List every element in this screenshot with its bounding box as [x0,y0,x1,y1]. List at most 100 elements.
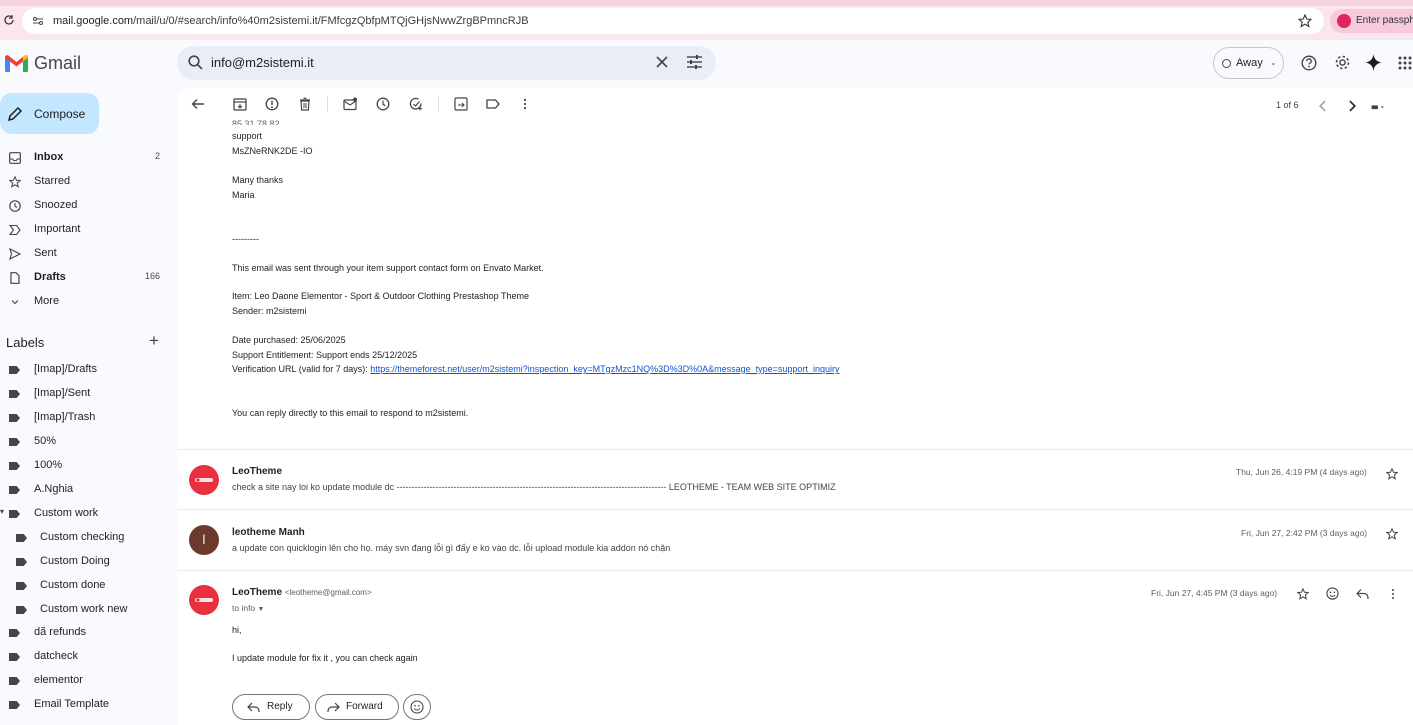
avatar[interactable] [189,465,219,495]
label-icon[interactable] [486,97,500,111]
archive-icon[interactable] [233,97,247,111]
sidebar-label-custom-doing[interactable]: Custom Doing [0,552,170,572]
sidebar-item-starred[interactable]: Starred [0,172,170,192]
sidebar-label-50[interactable]: 50% [0,432,170,452]
sidebar-label-email-template[interactable]: Email Template [0,695,170,715]
sidebar-label-imap-drafts[interactable]: [Imap]/Drafts [0,360,170,380]
body-line-support: support [232,131,263,141]
sidebar-label-imap-sent[interactable]: [Imap]/Sent [0,384,170,404]
label-tag-icon [9,701,20,709]
body-line-verification: Verification URL (valid for 7 days): htt… [232,364,839,374]
newer-chevron-left-icon[interactable] [1316,99,1330,113]
search-input[interactable]: info@m2sistemi.it [211,55,314,70]
label-name: elementor [34,674,83,686]
star-icon[interactable] [1386,468,1398,480]
label-tag-icon [9,677,20,685]
move-to-icon[interactable] [454,97,468,111]
leotheme-logo-icon [195,598,213,602]
clear-search-icon[interactable] [656,56,668,68]
sidebar-item-inbox[interactable]: Inbox 2 [0,148,170,168]
label-tag-icon [9,629,20,637]
status-selector[interactable]: Away ⌄ [1213,47,1284,79]
sender-line[interactable]: LeoTheme <leotheme@gmail.com> [232,587,372,598]
sidebar-item-label: Starred [34,175,71,187]
more-vertical-icon[interactable] [518,97,532,111]
compose-button[interactable]: Compose [0,93,99,134]
gemini-sparkle-icon[interactable] [1365,54,1382,71]
toolbar-divider [438,96,439,112]
search-icon[interactable] [188,55,203,70]
sidebar-label-custom-checking[interactable]: Custom checking [0,528,170,548]
emoji-reaction-button[interactable] [403,694,431,720]
avatar[interactable]: l [189,525,219,555]
sidebar-label-elementor[interactable]: elementor [0,671,170,691]
expand-arrow-icon[interactable]: ▾ [0,507,4,516]
message-snippet[interactable]: a update con quicklogin lên cho họ. máy … [232,543,670,553]
older-chevron-right-icon[interactable] [1345,99,1359,113]
star-icon[interactable] [1297,588,1309,600]
sidebar-label-100[interactable]: 100% [0,456,170,476]
passphrase-button[interactable]: Enter passphra [1330,9,1413,33]
sidebar-item-sent[interactable]: Sent [0,244,170,264]
report-spam-icon[interactable] [265,97,279,111]
sidebar-item-label: Important [34,223,81,235]
recipient-details[interactable]: to info ▼ [232,603,264,613]
sidebar-label-custom-work-new[interactable]: Custom work new [0,600,170,620]
search-options-icon[interactable] [687,55,702,69]
reply-arrow-icon[interactable] [1356,588,1369,600]
thread-separator [177,449,1413,450]
gmail-logo-icon[interactable] [5,55,28,72]
bookmark-star-icon[interactable] [1298,14,1312,28]
status-label: Away [1236,57,1263,69]
reply-label: Reply [267,701,293,712]
url-host: mail.google.com [53,15,134,27]
sidebar-label-refunds[interactable]: dã refunds [0,623,170,643]
label-tag-icon [16,582,27,590]
input-tools-keyboard-icon[interactable] [1371,100,1385,114]
sidebar-label-custom-work[interactable]: ▾ Custom work [0,504,170,524]
sidebar-item-drafts[interactable]: Drafts 166 [0,268,170,288]
forward-button[interactable]: Forward [315,694,399,720]
body-line-name: Maria [232,190,255,200]
emoji-react-icon[interactable] [1326,587,1339,600]
app-name: Gmail [34,53,82,73]
sidebar-item-important[interactable]: Important [0,220,170,240]
sidebar-item-label: More [34,295,60,307]
labels-heading: Labels [6,335,45,350]
sidebar-item-snoozed[interactable]: Snoozed [0,196,170,216]
sidebar-item-label: Inbox [34,151,64,163]
label-name: Custom checking [40,531,125,543]
snooze-clock-icon[interactable] [376,97,390,111]
label-name: A.Nghia [34,483,74,495]
reply-button[interactable]: Reply [232,694,310,720]
site-settings-icon[interactable] [32,15,44,27]
message-snippet[interactable]: check a site nay loi ko update module dc… [232,482,836,492]
inbox-icon [9,152,21,164]
add-task-icon[interactable] [409,97,423,111]
verification-prefix: Verification URL (valid for 7 days): [232,364,371,374]
verification-link[interactable]: https://themeforest.net/user/m2sistemi?i… [370,364,839,374]
thread-separator [177,509,1413,510]
more-vertical-icon[interactable] [1387,588,1399,600]
draft-count: 166 [144,271,160,281]
sidebar-item-more[interactable]: More [0,292,170,312]
sidebar-label-a-nghia[interactable]: A.Nghia [0,480,170,500]
reload-icon[interactable] [3,14,15,26]
sender-name[interactable]: LeoTheme [232,466,282,477]
mark-unread-icon[interactable] [343,97,357,111]
back-arrow-icon[interactable] [191,97,205,111]
apps-grid-icon[interactable] [1398,56,1412,70]
message-date: Fri, Jun 27, 4:45 PM (3 days ago) [1151,588,1278,598]
sidebar-label-imap-trash[interactable]: [Imap]/Trash [0,408,170,428]
sidebar-label-datcheck[interactable]: datcheck [0,647,170,667]
sender-address: <leotheme@gmail.com> [284,588,372,597]
help-icon[interactable] [1301,55,1317,71]
avatar[interactable] [189,585,219,615]
sidebar-label-custom-done[interactable]: Custom done [0,576,170,596]
create-label-plus-icon[interactable]: + [149,331,159,351]
body-line-entitlement: Support Entitlement: Support ends 25/12/… [232,350,418,360]
star-icon[interactable] [1386,528,1398,540]
settings-gear-icon[interactable] [1334,54,1351,71]
sender-name[interactable]: leotheme Manh [232,527,305,538]
delete-trash-icon[interactable] [298,97,312,111]
